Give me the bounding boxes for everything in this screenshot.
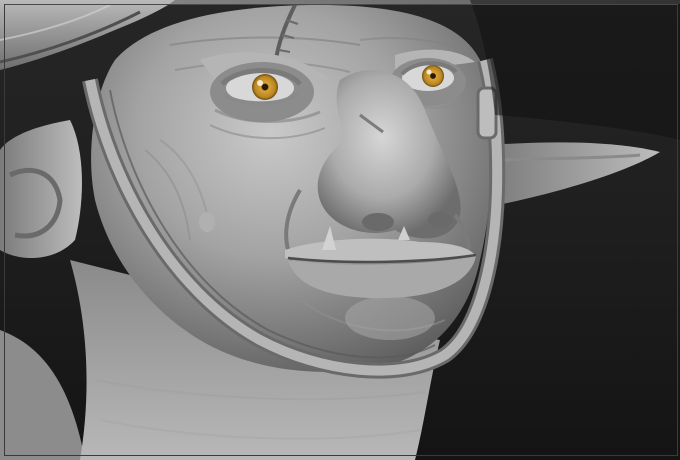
zbrush-window: [0, 0, 680, 460]
ear-right: [490, 142, 660, 205]
sculpt-render: [0, 0, 680, 460]
shoulder-left: [0, 330, 85, 460]
ear-left: [0, 120, 82, 259]
3d-viewport-canvas[interactable]: [0, 0, 680, 460]
eye-left: [220, 68, 302, 106]
